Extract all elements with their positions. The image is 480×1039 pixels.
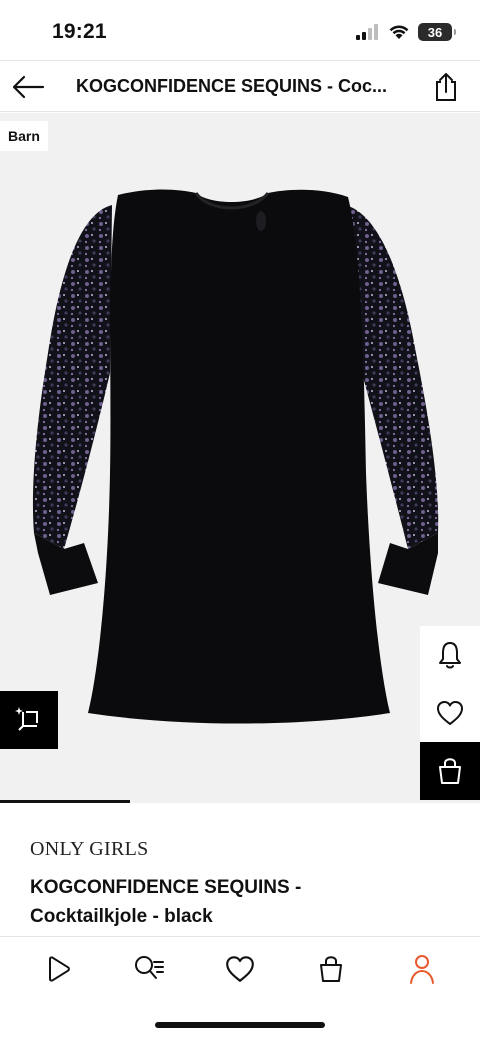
dress-image [32, 189, 439, 724]
nav-profile[interactable] [398, 945, 446, 993]
nav-bag[interactable] [307, 945, 355, 993]
nav-search[interactable] [125, 945, 173, 993]
wifi-icon [389, 25, 409, 39]
home-indicator [155, 1022, 325, 1028]
share-icon [436, 73, 456, 101]
brand-name[interactable]: ONLY GIRLS [30, 838, 450, 861]
nav-discover[interactable] [34, 945, 82, 993]
heart-icon [437, 701, 463, 725]
page-title: KOGCONFIDENCE SEQUINS - Coc... [76, 76, 388, 96]
arrow-left-icon [12, 75, 45, 99]
notify-button[interactable] [420, 626, 480, 684]
share-button[interactable] [426, 67, 466, 107]
add-to-bag-button[interactable] [420, 742, 480, 800]
bell-icon [439, 642, 461, 669]
status-bar: 19:21 36 [0, 0, 480, 60]
nav-header: KOGCONFIDENCE SEQUINS - Coc... [0, 60, 480, 112]
search-filter-icon [134, 955, 164, 979]
nav-wishlist[interactable] [216, 945, 264, 993]
person-icon [410, 954, 435, 984]
back-button[interactable] [8, 67, 48, 107]
wishlist-button[interactable] [420, 684, 480, 742]
status-time: 19:21 [52, 20, 107, 43]
battery-indicator: 36 [418, 23, 456, 41]
heart-icon [226, 955, 254, 982]
gallery-progress-fill [0, 800, 130, 803]
bottom-nav [0, 936, 480, 1000]
status-icons: 36 [356, 22, 456, 42]
signal-icon [356, 24, 378, 40]
product-info: ONLY GIRLS KOGCONFIDENCE SEQUINS - Cockt… [30, 838, 450, 931]
product-name: KOGCONFIDENCE SEQUINS - Cocktailkjole - … [30, 873, 450, 931]
play-icon [48, 955, 70, 982]
category-badge: Barn [0, 121, 48, 151]
product-name-line2: Cocktailkjole - black [30, 906, 213, 927]
shopping-bag-icon [439, 758, 461, 784]
product-actions [420, 626, 480, 800]
bag-icon [320, 955, 343, 982]
ar-view-button[interactable] [0, 691, 58, 749]
product-image[interactable]: Barn [0, 113, 480, 803]
ar-view-icon [15, 707, 38, 731]
gallery-progress [0, 800, 480, 803]
product-name-line1: KOGCONFIDENCE SEQUINS - [30, 877, 302, 898]
